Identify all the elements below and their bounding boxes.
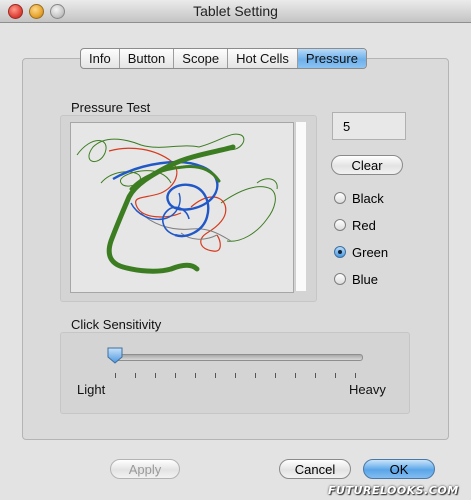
slider-tick [115, 373, 116, 378]
slider-min-label: Light [77, 382, 106, 397]
color-radio-red[interactable]: Red [334, 216, 376, 234]
radio-label-black: Black [352, 190, 384, 206]
color-radio-black[interactable]: Black [334, 189, 384, 207]
ok-button[interactable]: OK [363, 459, 435, 479]
radio-label-blue: Blue [352, 271, 379, 287]
site-watermark: FUTURELOOKS.COM [328, 484, 459, 497]
sensitivity-slider-thumb[interactable] [107, 347, 123, 364]
radio-indicator [334, 192, 346, 204]
radio-label-red: Red [352, 217, 376, 233]
radio-indicator [334, 219, 346, 231]
clear-button[interactable]: Clear [331, 155, 403, 175]
window-title: Tablet Setting [193, 3, 278, 19]
pressure-test-canvas[interactable] [70, 122, 294, 293]
tab-hot-cells[interactable]: Hot Cells [228, 49, 298, 68]
slider-tick [155, 373, 156, 378]
slider-tick [255, 373, 256, 378]
cancel-button[interactable]: Cancel [279, 459, 351, 479]
radio-indicator-selected [334, 246, 346, 258]
radio-label-green: Green [352, 244, 389, 260]
slider-tick [135, 373, 136, 378]
pressure-test-label: Pressure Test [71, 100, 151, 115]
color-radio-blue[interactable]: Blue [334, 270, 378, 288]
slider-tick [215, 373, 216, 378]
slider-tick [335, 373, 336, 378]
slider-tick [175, 373, 176, 378]
slider-tick [235, 373, 236, 378]
slider-tick [315, 373, 316, 378]
slider-max-label: Heavy [349, 382, 386, 397]
drawing-strokes [76, 133, 278, 274]
canvas-scrollbar[interactable] [295, 122, 306, 291]
slider-tick [295, 373, 296, 378]
slider-tick [355, 373, 356, 378]
slider-tick [275, 373, 276, 378]
sensitivity-slider-track[interactable] [112, 354, 363, 361]
pressure-value-field: 5 [332, 112, 406, 140]
tablet-setting-window: Tablet Setting Info Button Scope Hot Cel… [0, 0, 471, 500]
apply-button[interactable]: Apply [110, 459, 180, 479]
tab-button[interactable]: Button [120, 49, 175, 68]
tab-scope[interactable]: Scope [174, 49, 229, 68]
color-radio-green[interactable]: Green [334, 243, 388, 261]
tab-bar: Info Button Scope Hot Cells Pressure [80, 48, 367, 69]
title-bar: Tablet Setting [0, 0, 471, 23]
tab-info[interactable]: Info [81, 49, 120, 68]
slider-tick [195, 373, 196, 378]
radio-indicator [334, 273, 346, 285]
click-sensitivity-label: Click Sensitivity [71, 317, 162, 332]
tab-pressure[interactable]: Pressure [297, 49, 366, 68]
